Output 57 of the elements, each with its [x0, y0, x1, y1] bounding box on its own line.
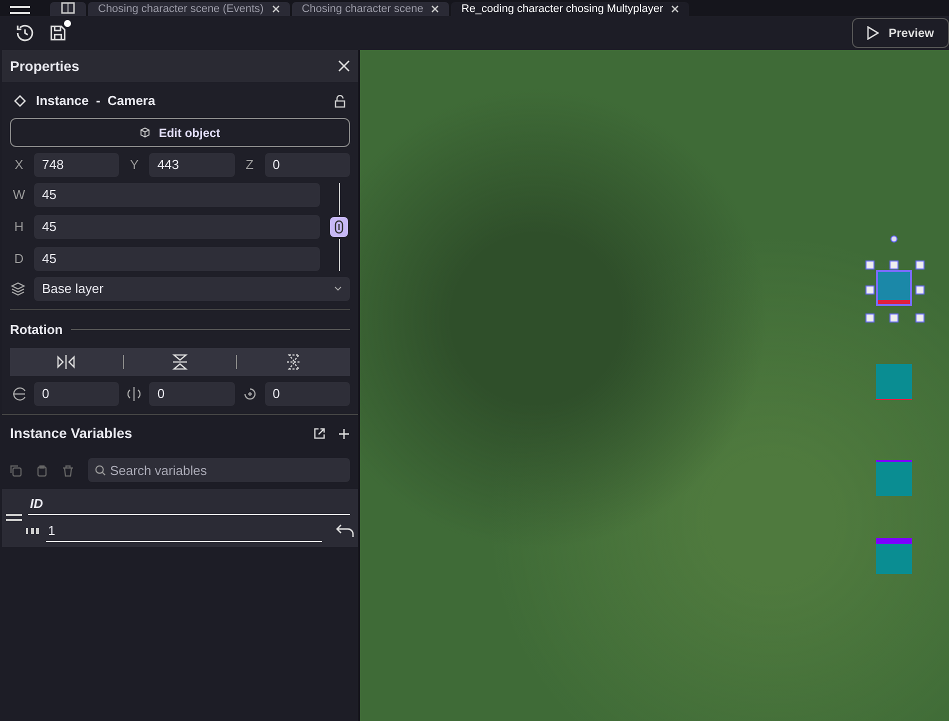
number-field[interactable]: 748	[34, 153, 120, 177]
axis-label: W	[12, 186, 26, 204]
menu-icon[interactable]	[10, 4, 30, 16]
editor-tab[interactable]: Re_coding character chosing Multyplayer	[451, 2, 690, 16]
drag-handle-icon[interactable]	[6, 514, 22, 521]
number-field[interactable]: 45	[34, 215, 320, 239]
panel-title: Properties	[10, 56, 80, 76]
flip-horizontal-icon[interactable]	[56, 354, 76, 370]
external-link-icon[interactable]	[313, 427, 326, 440]
search-field[interactable]: Search variables	[88, 458, 350, 482]
grid-tab[interactable]	[50, 2, 86, 16]
number-field[interactable]: 45	[34, 247, 320, 271]
paste-icon[interactable]	[36, 464, 48, 476]
chevron-down-icon	[334, 286, 342, 292]
number-field[interactable]: 443	[149, 153, 235, 177]
number-field[interactable]: 45	[34, 183, 320, 207]
number-field[interactable]: 0	[264, 382, 350, 406]
unlock-icon[interactable]	[334, 94, 346, 108]
variable-value-field[interactable]: 1	[46, 521, 322, 542]
flip-vertical-icon[interactable]	[171, 352, 189, 370]
axis-label: Z	[244, 156, 255, 174]
number-type-icon	[26, 528, 40, 534]
axis-label: H	[13, 218, 25, 236]
close-icon[interactable]	[671, 5, 680, 13]
link-toggle[interactable]	[330, 217, 348, 237]
layers-icon	[10, 281, 26, 297]
axis-label: D	[13, 250, 25, 268]
trash-icon[interactable]	[62, 464, 74, 476]
edit-object-button[interactable]: Edit object	[10, 118, 350, 147]
layer-dropdown[interactable]: Base layer	[34, 277, 350, 301]
close-icon[interactable]	[431, 5, 440, 13]
close-icon[interactable]	[338, 60, 350, 72]
grid-icon	[61, 2, 75, 14]
section-title: Instance Variables	[10, 424, 132, 443]
axis-label: Y	[128, 156, 140, 174]
close-icon[interactable]	[272, 5, 280, 13]
play-icon	[866, 26, 879, 40]
rotation-axis-icon	[10, 386, 28, 402]
preview-button[interactable]: Preview	[852, 18, 949, 48]
instance-title: Instance - Camera	[36, 92, 156, 110]
history-icon[interactable]	[14, 22, 36, 44]
number-field[interactable]: 0	[264, 153, 350, 177]
add-icon[interactable]	[338, 428, 350, 440]
chain-link-icon	[334, 220, 344, 234]
diamond-icon	[14, 95, 26, 107]
rotation-axis-icon	[125, 386, 144, 402]
number-field[interactable]: 0	[34, 382, 120, 406]
editor-tab[interactable]: Chosing character scene	[292, 2, 450, 16]
editor-tab[interactable]: Chosing character scene (Events)	[88, 2, 290, 16]
save-icon[interactable]	[48, 23, 68, 43]
variable-name[interactable]: ID	[28, 494, 350, 515]
section-title: Rotation	[10, 321, 63, 339]
axis-label: X	[14, 156, 24, 174]
copy-icon[interactable]	[10, 464, 22, 476]
search-icon	[95, 465, 106, 476]
undo-icon[interactable]	[336, 524, 354, 538]
number-field[interactable]: 0	[149, 382, 235, 406]
